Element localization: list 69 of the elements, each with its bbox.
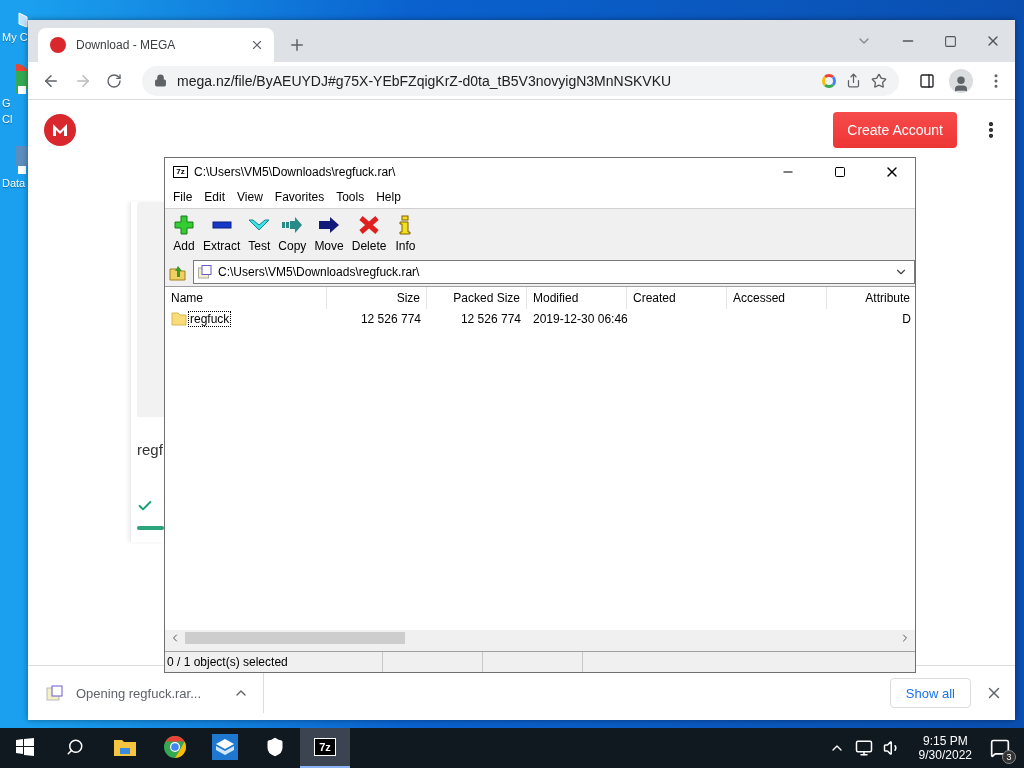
column-header[interactable]: Created: [627, 287, 727, 309]
icon-label: Data: [1, 176, 26, 190]
archive-icon: [46, 685, 64, 701]
google-icon[interactable]: [822, 73, 836, 88]
toolbar-button[interactable]: Delete: [347, 214, 391, 253]
app-logo: 7z: [173, 166, 188, 178]
network-icon[interactable]: [854, 739, 873, 757]
table-cell-text: D: [901, 311, 912, 328]
star-icon[interactable]: [871, 72, 887, 89]
table-cell-text: 12 526 774: [459, 311, 522, 328]
share-icon[interactable]: [846, 73, 861, 88]
table-cell-text: 12 526 774: [359, 311, 422, 328]
icon-label: G: [1, 96, 11, 110]
shield-icon: [265, 737, 285, 757]
column-header[interactable]: Attribute: [827, 287, 915, 309]
show-all-button[interactable]: Show all: [889, 678, 971, 708]
notifications-icon[interactable]: [990, 738, 1010, 758]
window-title: C:\Users\VM5\Downloads\regfuck.rar\: [194, 165, 397, 179]
menu-item[interactable]: Favorites: [268, 190, 331, 204]
table-cell-text: 2019-12-30 06:46: [532, 311, 627, 328]
folder-icon: [113, 737, 137, 757]
toolbar-button[interactable]: Extract: [199, 214, 245, 253]
clock[interactable]: 9:15 PM 9/30/2022: [910, 734, 980, 762]
browser-icon: [163, 735, 187, 759]
status-text: 0 / 1 object(s) selected: [165, 652, 383, 672]
archive-icon: [198, 265, 212, 279]
maximize-icon[interactable]: [834, 166, 846, 178]
column-header[interactable]: Accessed: [727, 287, 827, 309]
side-panel-icon[interactable]: [919, 72, 935, 89]
toolbar-button[interactable]: Add: [169, 214, 199, 253]
box-icon: [212, 734, 238, 760]
address-bar[interactable]: mega.nz/file/ByAEUYDJ#g75X-YEbFZqigKrZ-d0ta_tB5V3novyigN3MnNSKVKU: [142, 65, 899, 96]
menu-item[interactable]: View: [231, 190, 269, 204]
toolbar-button[interactable]: Copy: [274, 214, 311, 253]
menu-item[interactable]: Edit: [198, 190, 232, 204]
windows-icon: [16, 738, 34, 756]
file-name[interactable]: regfuck: [189, 312, 231, 326]
create-account-button[interactable]: Create Account: [833, 112, 957, 148]
plus-icon: [173, 214, 195, 235]
toolbar-button[interactable]: Info: [390, 214, 421, 253]
menu-item[interactable]: Tools: [330, 190, 371, 204]
path-field[interactable]: C:\Users\VM5\Downloads\regfuck.rar\: [193, 260, 915, 284]
computer-icon: [18, 12, 28, 28]
new-tab-button[interactable]: [288, 36, 306, 54]
column-header[interactable]: Packed Size: [427, 287, 527, 309]
search-icon[interactable]: [66, 738, 84, 756]
profile-icon[interactable]: [949, 68, 973, 93]
folder-icon: [171, 312, 187, 326]
count-badge: 3: [1002, 750, 1016, 764]
menu-item[interactable]: File: [167, 190, 199, 204]
lock-icon: [154, 74, 167, 87]
icon-label: Cl: [1, 112, 13, 126]
toolbar-button[interactable]: Test: [244, 214, 275, 253]
app-logo: 7z: [314, 738, 336, 756]
arrow-icon: [318, 214, 341, 235]
taskbar-app[interactable]: 7z: [300, 728, 350, 768]
reload-icon[interactable]: [106, 72, 122, 89]
logo-icon: [44, 114, 76, 146]
scrollbar-thumb[interactable]: [185, 632, 405, 644]
column-header[interactable]: Modified: [527, 287, 627, 309]
favicon: [50, 37, 66, 53]
cross-icon: [358, 214, 381, 235]
browser-tab[interactable]: Download - MEGA: [38, 28, 274, 62]
file-name: regf: [137, 441, 164, 458]
column-header[interactable]: Size: [327, 287, 427, 309]
column-header[interactable]: Name: [165, 287, 327, 309]
menu-item[interactable]: Help: [370, 190, 407, 204]
icon-label: My C: [1, 30, 28, 44]
toolbar-button[interactable]: Move: [310, 214, 348, 253]
